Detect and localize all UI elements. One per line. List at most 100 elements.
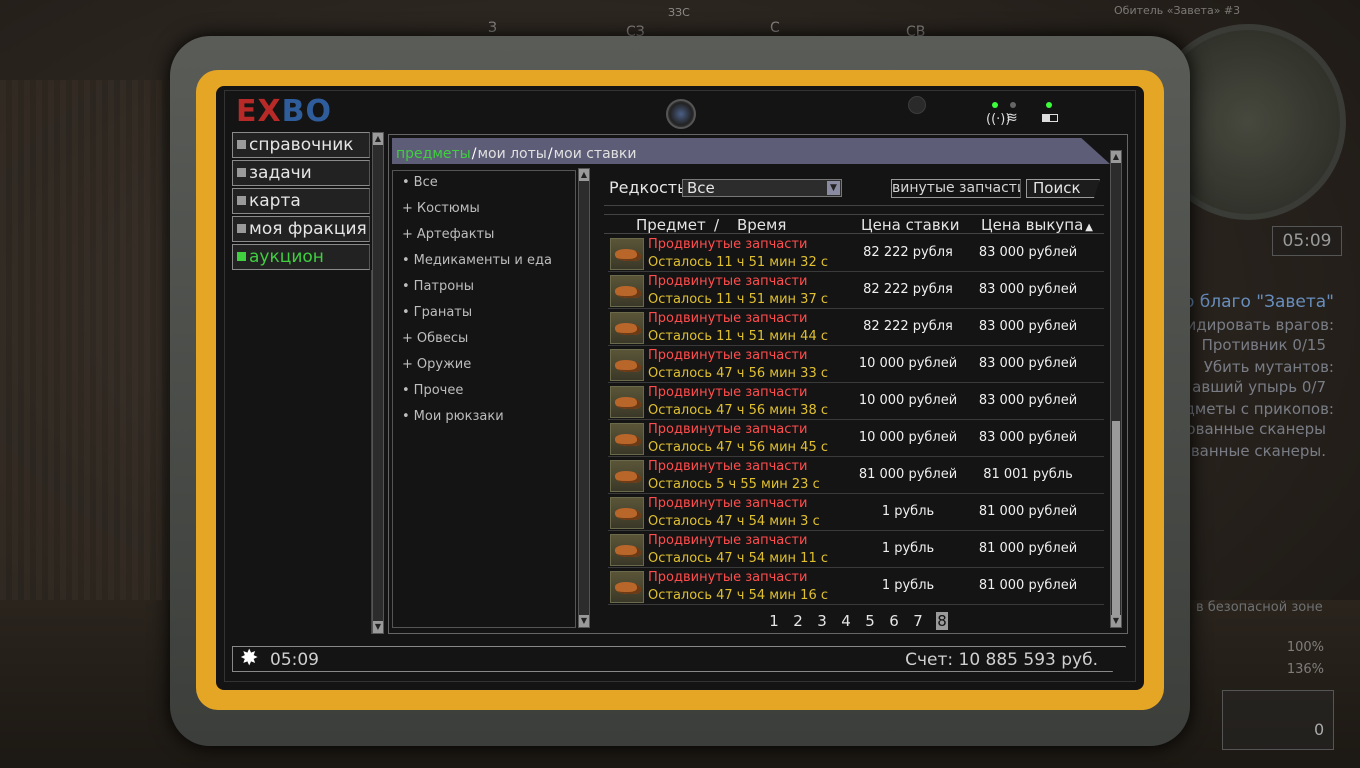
table-row[interactable]: Продвинутые запчасти Осталось 47 ч 56 мин… xyxy=(608,421,1104,457)
quest-line: авший упырь 0/7 xyxy=(1192,378,1326,396)
item-time-left: Осталось 47 ч 56 мин 33 с xyxy=(648,366,828,381)
item-name: Продвинутые запчасти xyxy=(648,496,808,511)
item-time-left: Осталось 47 ч 54 мин 16 с xyxy=(648,588,828,603)
page-4[interactable]: 4 xyxy=(834,612,858,630)
table-row[interactable]: Продвинутые запчасти Осталось 47 ч 54 мин… xyxy=(608,532,1104,568)
category-other[interactable]: • Прочее xyxy=(402,383,463,398)
category-attachments[interactable]: + Обвесы xyxy=(402,331,468,346)
buyout-price: 83 000 рублей xyxy=(978,393,1078,408)
table-row[interactable]: Продвинутые запчасти Осталось 5 ч 55 мин … xyxy=(608,458,1104,494)
category-ammo[interactable]: • Патроны xyxy=(402,279,474,294)
category-all[interactable]: • Все xyxy=(402,175,438,190)
category-scrollbar[interactable]: ▲ ▼ xyxy=(578,168,590,628)
item-time-left: Осталось 47 ч 54 мин 11 с xyxy=(648,551,828,566)
item-name: Продвинутые запчасти xyxy=(648,570,808,585)
bid-price: 81 000 рублей xyxy=(858,467,958,482)
sidebar-item-tasks[interactable]: задачи xyxy=(232,160,370,186)
search-button[interactable]: Поиск xyxy=(1026,179,1100,198)
table-row[interactable]: Продвинутые запчасти Осталось 47 ч 54 мин… xyxy=(608,495,1104,531)
search-input[interactable]: винутые запчасти xyxy=(891,179,1021,198)
tab-items[interactable]: предметы xyxy=(396,146,471,162)
rarity-select[interactable]: Все ▼ xyxy=(682,179,842,197)
scroll-up-icon[interactable]: ▲ xyxy=(1111,151,1121,163)
table-row[interactable]: Продвинутые запчасти Осталось 11 ч 51 мин… xyxy=(608,310,1104,346)
column-time[interactable]: Время xyxy=(737,216,786,234)
buyout-price: 83 000 рублей xyxy=(978,282,1078,297)
pagination: 12345678 xyxy=(762,612,948,630)
quest-title: о благо "Завета" xyxy=(1183,292,1334,312)
page-8-current[interactable]: 8 xyxy=(936,612,948,630)
page-5[interactable]: 5 xyxy=(858,612,882,630)
table-row[interactable]: Продвинутые запчасти Осталось 11 ч 51 мин… xyxy=(608,273,1104,309)
auction-scrollbar[interactable]: ▲ ▼ xyxy=(1110,150,1122,628)
column-bid-price[interactable]: Цена ставки xyxy=(861,216,959,234)
pda-sidebar: справочник задачи карта моя фракция аукц… xyxy=(232,132,372,272)
signal-led-icon xyxy=(992,102,998,108)
item-time-left: Осталось 47 ч 54 мин 3 с xyxy=(648,514,820,529)
page-6[interactable]: 6 xyxy=(882,612,906,630)
page-2[interactable]: 2 xyxy=(786,612,810,630)
battery-led-icon xyxy=(1046,102,1052,108)
bid-price: 1 рубль xyxy=(881,578,935,593)
quest-line: квидировать врагов: xyxy=(1168,316,1334,334)
safe-zone-notice: в безопасной зоне xyxy=(1196,600,1323,615)
spare-parts-icon xyxy=(610,312,644,344)
scroll-down-icon[interactable]: ▼ xyxy=(1111,615,1121,627)
category-meds-food[interactable]: • Медикаменты и еда xyxy=(402,253,552,268)
bid-price: 10 000 рублей xyxy=(858,356,958,371)
page-7[interactable]: 7 xyxy=(906,612,930,630)
bullet-icon xyxy=(237,252,246,261)
item-time-left: Осталось 47 ч 56 мин 38 с xyxy=(648,403,828,418)
item-time-left: Осталось 11 ч 51 мин 37 с xyxy=(648,292,828,307)
table-row[interactable]: Продвинутые запчасти Осталось 47 ч 56 мин… xyxy=(608,347,1104,383)
bullet-icon xyxy=(237,196,246,205)
quest-line: ованные сканеры xyxy=(1186,420,1326,438)
tab-my-lots[interactable]: мои лоты xyxy=(477,146,546,162)
bid-price: 82 222 рубля xyxy=(863,319,953,334)
sidebar-scrollbar[interactable]: ▲ ▼ xyxy=(372,132,384,634)
bullet-icon xyxy=(237,224,246,233)
scroll-up-icon[interactable]: ▲ xyxy=(373,133,383,145)
spare-parts-icon xyxy=(610,349,644,381)
account-balance: Счет: 10 885 593 руб. xyxy=(905,650,1098,670)
scroll-up-icon[interactable]: ▲ xyxy=(579,169,589,181)
tab-my-bids[interactable]: мои ставки xyxy=(554,146,637,162)
column-separator: / xyxy=(714,216,720,234)
scroll-thumb[interactable] xyxy=(1112,421,1120,617)
column-item[interactable]: Предмет xyxy=(636,216,706,234)
category-weapons[interactable]: + Оружие xyxy=(402,357,471,372)
category-suits[interactable]: + Костюмы xyxy=(402,201,480,216)
compass-mark: ЗЗС xyxy=(668,6,690,19)
scroll-down-icon[interactable]: ▼ xyxy=(579,615,589,627)
ammo-count: 0 xyxy=(1314,720,1325,739)
category-grenades[interactable]: • Гранаты xyxy=(402,305,472,320)
table-row[interactable]: Продвинутые запчасти Осталось 11 ч 51 мин… xyxy=(608,236,1104,272)
table-row[interactable]: Продвинутые запчасти Осталось 47 ч 54 мин… xyxy=(608,569,1104,605)
spare-parts-icon xyxy=(610,423,644,455)
spare-parts-icon xyxy=(610,238,644,270)
buyout-price: 83 000 рублей xyxy=(978,430,1078,445)
category-artifacts[interactable]: + Артефакты xyxy=(402,227,494,242)
spare-parts-icon xyxy=(610,534,644,566)
category-my-backpacks[interactable]: • Мои рюкзаки xyxy=(402,409,504,424)
item-time-left: Осталось 11 ч 51 мин 44 с xyxy=(648,329,828,344)
sidebar-item-auction[interactable]: аукцион xyxy=(232,244,370,270)
buyout-price: 81 001 рубль xyxy=(983,467,1073,482)
quest-line: Противник 0/15 xyxy=(1201,336,1326,354)
bid-price: 10 000 рублей xyxy=(858,393,958,408)
page-1[interactable]: 1 xyxy=(762,612,786,630)
column-buyout-price[interactable]: Цена выкупа ▲ xyxy=(981,216,1093,234)
item-name: Продвинутые запчасти xyxy=(648,533,808,548)
table-row[interactable]: Продвинутые запчасти Осталось 47 ч 56 мин… xyxy=(608,384,1104,420)
sidebar-item-reference[interactable]: справочник xyxy=(232,132,370,158)
buyout-price: 83 000 рублей xyxy=(978,356,1078,371)
quest-line: ованные сканеры. xyxy=(1181,442,1326,460)
wifi-icon: ≋ xyxy=(1006,110,1018,126)
sidebar-item-faction[interactable]: моя фракция xyxy=(232,216,370,242)
bid-price: 10 000 рублей xyxy=(858,430,958,445)
scroll-down-icon[interactable]: ▼ xyxy=(373,621,383,633)
buyout-price: 81 000 рублей xyxy=(978,504,1078,519)
spare-parts-icon xyxy=(610,460,644,492)
page-3[interactable]: 3 xyxy=(810,612,834,630)
sidebar-item-map[interactable]: карта xyxy=(232,188,370,214)
